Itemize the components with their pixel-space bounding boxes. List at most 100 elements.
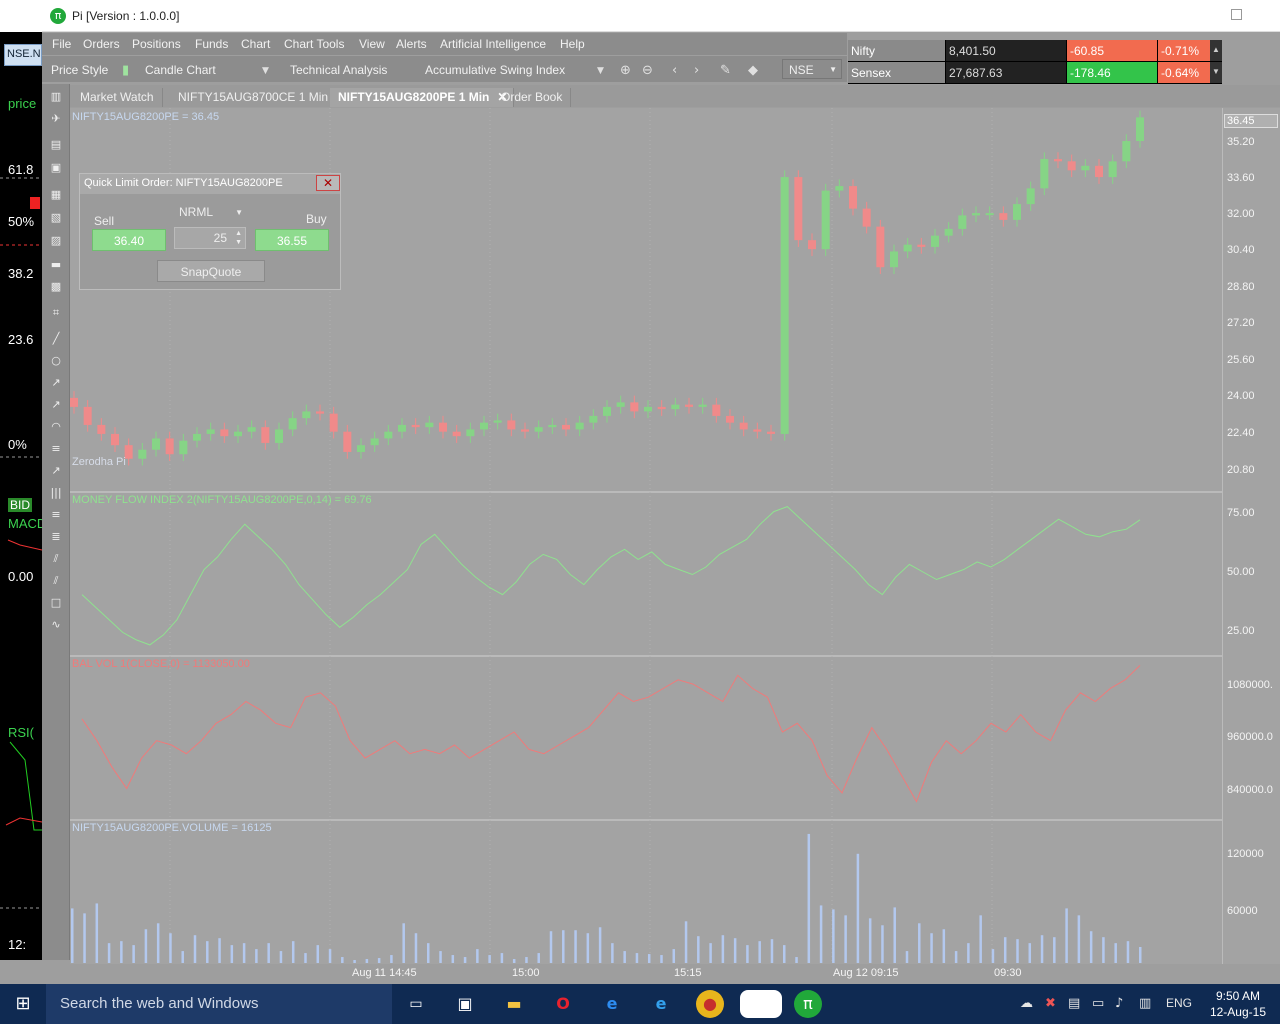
ticker-row-sensex[interactable]: Sensex 27,687.63 -178.46 -0.64% ▼ [848, 62, 1222, 84]
taskbar-search-input[interactable]: Search the web and Windows [46, 984, 392, 1024]
ray-tool-icon[interactable]: ↗ [49, 376, 63, 390]
candle-body [124, 445, 133, 459]
menu-chart-tools[interactable]: Chart Tools [284, 37, 344, 51]
tab-order-book[interactable]: Order Book [493, 88, 572, 107]
chevron-down-icon[interactable]: ▼ [597, 66, 604, 76]
volume-panel-label: NIFTY15AUG8200PE.VOLUME = 16125 [72, 822, 272, 834]
volume-bar [365, 959, 369, 963]
parallel-tool-icon[interactable]: ≣ [49, 530, 63, 544]
zoom-out-icon[interactable]: ⊖ [642, 63, 653, 78]
book-open-icon[interactable]: ▧ [49, 211, 63, 225]
opera-icon[interactable]: O [549, 990, 577, 1018]
file-explorer-icon[interactable]: ▬ [500, 990, 528, 1018]
channel-tool-icon[interactable]: ≡ [49, 508, 63, 522]
volume-bar [598, 927, 602, 963]
language-indicator[interactable]: ENG [1166, 996, 1192, 1010]
menu-artificial-intelligence[interactable]: Artificial Intelligence [440, 37, 546, 51]
fibonacci-icon[interactable]: ≡ [49, 442, 63, 456]
app-blank-icon[interactable] [740, 990, 782, 1018]
wave-tool-icon[interactable]: ∿ [49, 618, 63, 632]
chrome-icon[interactable]: ● [696, 990, 724, 1018]
windows-start-icon[interactable]: ⊞ [0, 984, 46, 1024]
rectangle-icon[interactable]: ▬ [49, 258, 63, 272]
quantity-stepper[interactable]: 25 ▲ ▼ [174, 227, 246, 249]
menu-funds[interactable]: Funds [195, 37, 228, 51]
volume-bar [672, 949, 676, 963]
app-tray-icon[interactable]: ▤ [1068, 996, 1080, 1011]
scroll-left-icon[interactable]: ‹ [672, 63, 677, 78]
ticker-change: -60.85 [1067, 40, 1157, 61]
arc-tool-icon[interactable]: ◠ [49, 420, 63, 434]
price-tick: 22.40 [1227, 427, 1255, 439]
price-tick: 35.20 [1227, 136, 1255, 148]
ellipse-tool-icon[interactable]: ○ [49, 354, 63, 368]
volume-bar [832, 909, 835, 963]
chart-type-icon[interactable]: ▥ [49, 90, 63, 104]
close-icon[interactable]: ✕ [316, 175, 340, 191]
notifications-icon[interactable]: ▥ [1139, 996, 1151, 1011]
window-titlebar[interactable]: π Pi [Version : 1.0.0.0] [42, 0, 1280, 32]
internet-explorer-icon[interactable]: e [647, 990, 675, 1018]
trend-tool-icon[interactable]: ↗ [49, 398, 63, 412]
task-view-icon[interactable]: ▭ [402, 990, 430, 1018]
balvol-panel-label: BAL VOL 1(CLOSE,0) = 1133050.00 [72, 658, 250, 670]
menu-chart[interactable]: Chart [241, 37, 270, 51]
volume-icon[interactable]: ♪ [1115, 996, 1123, 1011]
zoom-in-icon[interactable]: ⊕ [620, 63, 631, 78]
menu-help[interactable]: Help [560, 37, 585, 51]
scroll-up-icon[interactable]: ▲ [1210, 40, 1222, 61]
indicator-select[interactable]: Accumulative Swing Index [425, 63, 565, 77]
book-icon[interactable]: ▦ [49, 188, 63, 202]
price-tick: 28.80 [1227, 281, 1255, 293]
candle-body [452, 431, 461, 437]
chevron-down-icon[interactable]: ▼ [262, 66, 269, 76]
document-icon[interactable]: ▤ [49, 138, 63, 152]
tab-nifty-8200pe[interactable]: NIFTY15AUG8200PE 1 Min ✕ [330, 88, 515, 107]
network-icon[interactable]: ▭ [1092, 996, 1104, 1011]
toolbox-icon[interactable]: ▩ [49, 280, 63, 294]
snapquote-button[interactable]: SnapQuote [157, 260, 265, 282]
save-icon[interactable]: ▣ [49, 161, 63, 175]
shield-icon[interactable]: ✖ [1045, 996, 1056, 1011]
sell-price-button[interactable]: 36.40 [92, 229, 166, 251]
cloud-icon[interactable]: ☁ [1020, 996, 1033, 1011]
scroll-right-icon[interactable]: › [694, 63, 699, 78]
candle-body [316, 411, 324, 414]
quick-limit-order-dialog[interactable]: Quick Limit Order: NIFTY15AUG8200PE ✕ NR… [79, 173, 341, 290]
printer-icon[interactable]: ▨ [49, 234, 63, 248]
pitchfork-icon[interactable]: ⫽ [49, 552, 63, 566]
eraser-icon[interactable]: ◆ [748, 63, 758, 78]
pi-app-icon[interactable]: π [794, 990, 822, 1018]
box-tool-icon[interactable]: □ [49, 596, 63, 610]
buy-price-button[interactable]: 36.55 [255, 229, 329, 251]
volume-bar [905, 951, 909, 963]
price-tick: 20.80 [1227, 464, 1255, 476]
product-select[interactable]: NRML ▼ [173, 202, 245, 222]
menu-orders[interactable]: Orders [83, 37, 120, 51]
tab-nifty-8700ce[interactable]: NIFTY15AUG8700CE 1 Min [170, 88, 338, 107]
taskbar-clock[interactable]: 9:50 AM 12-Aug-15 [1210, 988, 1266, 1020]
edge-icon[interactable]: e [598, 990, 626, 1018]
line-tool-icon[interactable]: ╱ [49, 332, 63, 346]
pin-icon[interactable]: ✈ [49, 112, 63, 126]
menu-file[interactable]: File [52, 37, 71, 51]
stepper-arrows-icon[interactable]: ▲ ▼ [235, 229, 242, 247]
ticker-row-nifty[interactable]: Nifty 8,401.50 -60.85 -0.71% ▲ [848, 40, 1222, 62]
menu-view[interactable]: View [359, 37, 385, 51]
menu-alerts[interactable]: Alerts [396, 37, 427, 51]
price-style-select[interactable]: Candle Chart [145, 63, 216, 77]
gann-tool-icon[interactable]: ||| [49, 486, 63, 500]
tab-market-watch[interactable]: Market Watch [72, 88, 163, 107]
store-icon[interactable]: ▣ [451, 990, 479, 1018]
scroll-down-icon[interactable]: ▼ [1210, 62, 1222, 83]
exchange-select[interactable]: NSE ▼ [782, 59, 842, 79]
crosshair-icon[interactable]: ⌗ [49, 306, 63, 320]
fan-tool-icon[interactable]: ↗ [49, 464, 63, 478]
volume-bar [979, 915, 982, 963]
x-axis-label: 15:00 [512, 967, 540, 979]
menu-positions[interactable]: Positions [132, 37, 181, 51]
volume-bar [120, 941, 123, 963]
maximize-button[interactable] [1231, 9, 1242, 20]
fib-fan-icon[interactable]: ⫽ [49, 574, 63, 588]
pencil-icon[interactable]: ✎ [720, 63, 731, 78]
